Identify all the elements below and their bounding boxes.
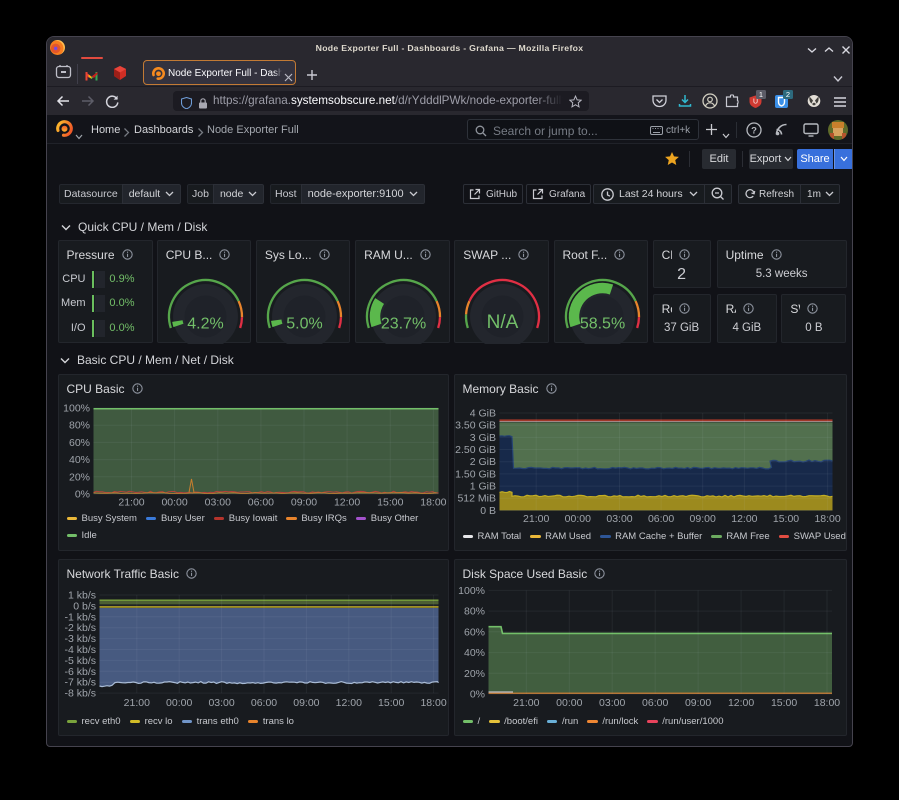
svg-text:?: ? <box>751 126 757 137</box>
svg-text:U: U <box>753 99 758 106</box>
